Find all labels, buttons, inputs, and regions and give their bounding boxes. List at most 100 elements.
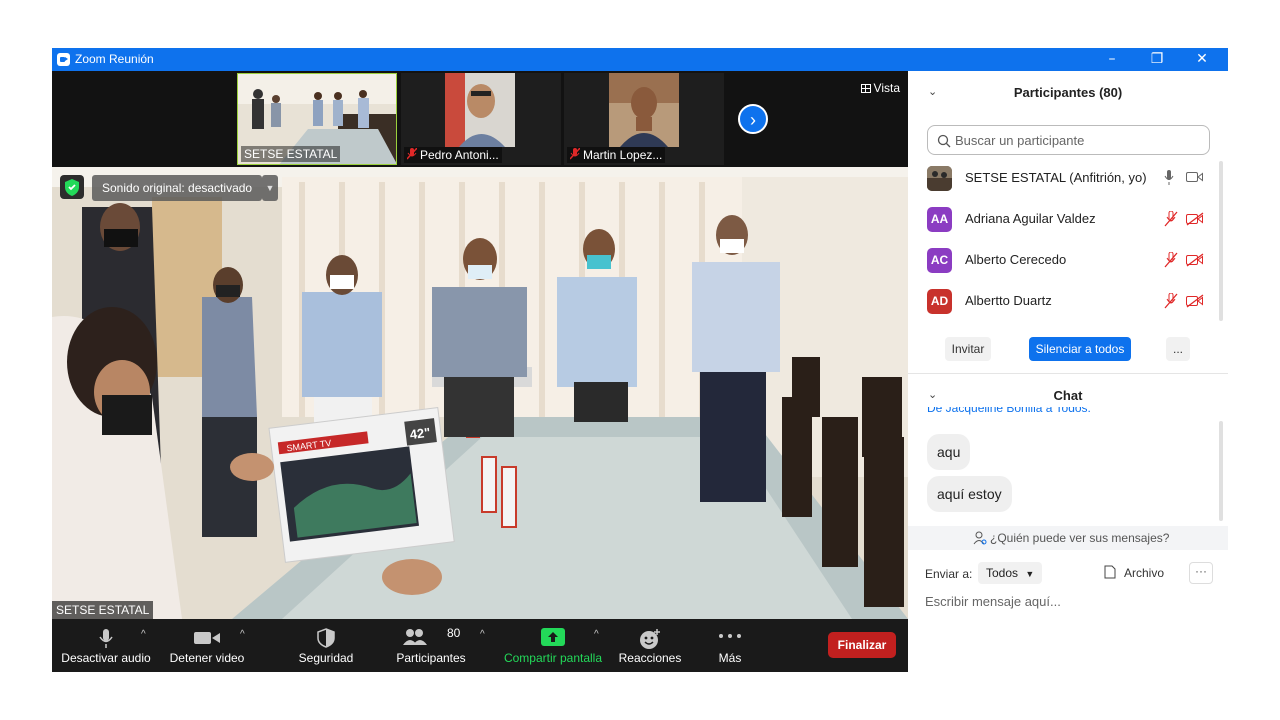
send-to-value: Todos [986, 566, 1019, 580]
video-camera-icon[interactable] [1186, 171, 1203, 183]
video-off-icon[interactable] [1186, 294, 1204, 308]
reaction-smile-icon [640, 629, 660, 649]
next-page-button[interactable]: › [738, 104, 768, 134]
minimize-button[interactable]: – [1089, 48, 1135, 71]
muted-mic-icon[interactable] [1164, 252, 1178, 268]
search-placeholder: Buscar un participante [955, 133, 1085, 148]
stop-video-label: Detener video [169, 651, 245, 665]
avatar: AA [927, 207, 952, 232]
participant-search-input[interactable]: Buscar un participante [927, 125, 1210, 155]
participants-button[interactable]: 80 Participantes [390, 619, 472, 672]
encryption-shield-icon[interactable] [60, 175, 84, 199]
video-off-icon[interactable] [1186, 212, 1204, 226]
microphone-icon [99, 629, 113, 648]
microphone-icon[interactable] [1164, 170, 1174, 186]
participants-label: Participantes [396, 651, 466, 665]
share-screen-icon [541, 628, 565, 646]
participant-name: Albertto Duartz [965, 293, 1052, 308]
video-off-icon[interactable] [1186, 253, 1204, 267]
who-can-see-text: ¿Quién puede ver sus mensajes? [990, 531, 1170, 545]
send-to-label: Enviar a: [925, 567, 973, 581]
meeting-toolbar: Desactivar audio ^ Detener video ^ Segur… [52, 619, 908, 672]
more-button[interactable]: Más [704, 619, 756, 672]
muted-mic-icon[interactable] [1164, 293, 1178, 309]
muted-mic-icon [406, 147, 418, 160]
participant-row[interactable]: AD Albertto Duartz [908, 281, 1208, 322]
active-speaker-video: SMART TV 42" Sonido original: desactivad… [52, 167, 908, 619]
side-panel: ⌄ Participantes (80) Buscar un participa… [908, 71, 1228, 672]
participant-name: Alberto Cerecedo [965, 252, 1067, 267]
chat-visibility-bar[interactable]: ¿Quién puede ver sus mensajes? [908, 526, 1228, 550]
chat-message: aqu [927, 434, 971, 470]
more-dots-icon [719, 634, 741, 638]
muted-mic-icon[interactable] [1164, 211, 1178, 227]
participants-scrollbar[interactable] [1219, 161, 1223, 321]
avatar: AD [927, 289, 952, 314]
meeting-room-image: SMART TV 42" [52, 167, 908, 619]
search-icon [937, 134, 951, 148]
participant-row[interactable]: SETSE ESTATAL (Anfitrión, yo) [908, 158, 1208, 199]
more-label: Más [718, 651, 742, 665]
mute-all-button[interactable]: Silenciar a todos [1029, 337, 1131, 361]
video-options-caret[interactable]: ^ [240, 629, 245, 640]
participant-row[interactable]: AA Adriana Aguilar Valdez [908, 199, 1208, 240]
chat-sender-header: De Jacqueline Bonilla a Todos: [927, 407, 1091, 415]
file-label: Archivo [1124, 566, 1165, 580]
chat-message: aquí estoy [927, 476, 1012, 512]
share-screen-button[interactable]: Compartir pantalla [498, 619, 608, 672]
stop-video-button[interactable]: Detener video [162, 619, 252, 672]
end-meeting-button[interactable]: Finalizar [828, 632, 896, 658]
thumb-label: Martin Lopez... [567, 147, 666, 163]
sound-dropdown-arrow[interactable]: ▼ [262, 175, 278, 201]
file-button[interactable]: Archivo [1104, 565, 1164, 580]
audio-options-caret[interactable]: ^ [141, 629, 146, 640]
thumb-label: Pedro Antoni... [404, 147, 502, 163]
restore-button[interactable]: ❐ [1134, 48, 1180, 71]
thumb-setse-estatal[interactable]: SETSE ESTATAL [237, 73, 397, 165]
file-icon [1104, 565, 1116, 579]
box-size-text: 42" [409, 425, 431, 442]
thumb-label: SETSE ESTATAL [241, 146, 341, 162]
share-screen-label: Compartir pantalla [503, 651, 603, 665]
more-options-button[interactable]: ... [1166, 337, 1190, 361]
original-sound-toggle[interactable]: Sonido original: desactivado [92, 175, 263, 201]
chat-scrollbar[interactable] [1219, 421, 1223, 521]
chat-title: Chat [1053, 388, 1083, 403]
participants-count: 80 [447, 626, 461, 640]
mute-audio-button[interactable]: Desactivar audio [56, 619, 156, 672]
close-button[interactable]: ✕ [1179, 48, 1225, 71]
security-button[interactable]: Seguridad [286, 619, 366, 672]
avatar [927, 166, 952, 191]
video-camera-icon [194, 632, 220, 644]
send-to-dropdown[interactable]: Todos ▼ [978, 562, 1043, 584]
participant-name: SETSE ESTATAL (Anfitrión, yo) [965, 170, 1147, 185]
share-options-caret[interactable]: ^ [594, 629, 599, 640]
participants-icon [402, 629, 427, 645]
participant-name: Adriana Aguilar Valdez [965, 211, 1096, 226]
mute-audio-label: Desactivar audio [61, 651, 151, 665]
chat-more-button[interactable]: ··· [1189, 562, 1213, 584]
zoom-logo-icon [57, 53, 70, 66]
participants-title: Participantes (80) [1013, 85, 1123, 100]
chevron-down-icon: ▼ [1025, 569, 1035, 579]
video-strip: SETSE ESTATAL Pedro Antoni... Martin Lop… [52, 71, 908, 167]
reactions-label: Reacciones [618, 651, 682, 665]
muted-mic-icon [569, 147, 581, 160]
invite-button[interactable]: Invitar [945, 337, 991, 361]
participants-options-caret[interactable]: ^ [480, 629, 485, 640]
window-title: Zoom Reunión [75, 52, 154, 66]
speaker-name-label: SETSE ESTATAL [52, 601, 154, 619]
chat-message-input[interactable]: Escribir mensaje aquí... [925, 594, 1061, 609]
thumb-pedro-antonio[interactable]: Pedro Antoni... [401, 73, 561, 165]
view-button[interactable]: Vista [860, 81, 900, 95]
participant-row[interactable]: AC Alberto Cerecedo [908, 240, 1208, 281]
title-bar: Zoom Reunión – ❐ ✕ [52, 48, 1228, 71]
grid-icon [860, 84, 871, 93]
participants-header: ⌄ Participantes (80) [908, 71, 1228, 115]
reactions-button[interactable]: Reacciones [612, 619, 688, 672]
avatar: AC [927, 248, 952, 273]
shield-icon [317, 628, 335, 648]
thumb-martin-lopez[interactable]: Martin Lopez... [564, 73, 724, 165]
meeting-area: SETSE ESTATAL Pedro Antoni... Martin Lop… [52, 71, 908, 672]
zoom-window: Zoom Reunión – ❐ ✕ SETSE ESTATAL Pedro A… [52, 48, 1228, 672]
